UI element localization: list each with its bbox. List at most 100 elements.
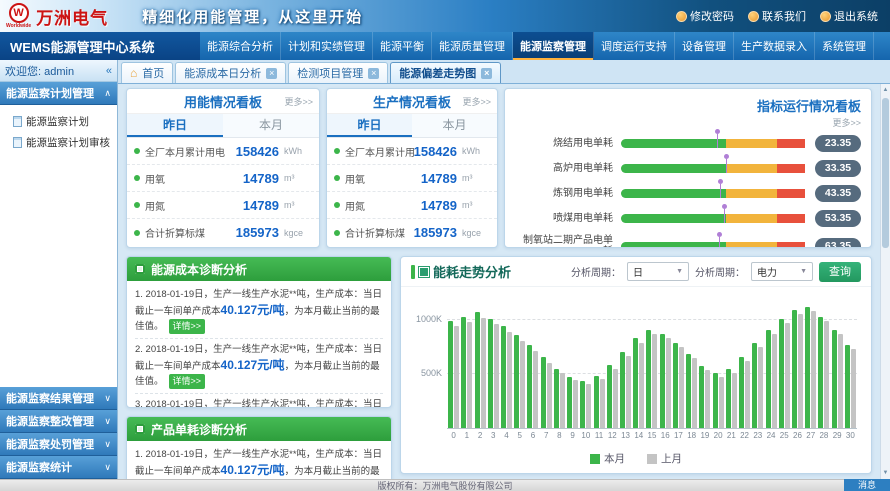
bar-last-month bbox=[851, 349, 856, 428]
x-axis-label: 12 bbox=[608, 431, 617, 440]
diag-highlight-value: 40.127元/吨 bbox=[221, 303, 285, 317]
bar-this-month bbox=[488, 319, 493, 428]
sidebar-item-supervision-plan[interactable]: 能源监察计划 bbox=[3, 111, 114, 132]
collapse-sidebar-icon[interactable]: « bbox=[106, 65, 112, 77]
close-icon[interactable]: × bbox=[481, 68, 492, 79]
panel-title: 产品单耗诊断分析 bbox=[151, 421, 247, 438]
x-axis-label: 13 bbox=[621, 431, 630, 440]
bar-this-month bbox=[527, 345, 532, 428]
tab-energy-cost-daily-analysis[interactable]: 能源成本日分析× bbox=[175, 62, 286, 83]
message-button[interactable]: 消息 bbox=[844, 479, 890, 491]
metric-value: 158426 bbox=[414, 144, 457, 159]
bar-this-month bbox=[475, 312, 480, 428]
x-axis-label: 27 bbox=[806, 431, 815, 440]
close-icon[interactable]: × bbox=[368, 68, 379, 79]
x-axis-label: 30 bbox=[846, 431, 855, 440]
bar-last-month bbox=[547, 363, 552, 429]
board-header: 生产情况看板 更多>> bbox=[327, 89, 497, 114]
metric-value: 14789 bbox=[243, 198, 279, 213]
board-tab-this-month[interactable]: 本月 bbox=[223, 114, 319, 137]
gauge-bar bbox=[621, 164, 805, 173]
sidebar-section-supervision-rectification-management[interactable]: 能源监察整改管理∨ bbox=[0, 410, 117, 433]
bar-this-month bbox=[461, 317, 466, 428]
bar-last-month bbox=[798, 314, 803, 428]
scrollbar-thumb[interactable] bbox=[882, 98, 889, 248]
chart-header: 能耗走势分析 分析周期： 日 ▼ 分析周期： 电力 ▼ 查询 bbox=[401, 257, 871, 287]
sidebar-item-supervision-plan-audit[interactable]: 能源监察计划审核 bbox=[3, 132, 114, 153]
more-link[interactable]: 更多>> bbox=[462, 95, 491, 108]
nav-item-production-data-entry[interactable]: 生产数据录入 bbox=[734, 32, 815, 60]
tab-home[interactable]: ⌂首页 bbox=[121, 62, 173, 83]
bar-this-month bbox=[726, 369, 731, 428]
bar-this-month bbox=[554, 369, 559, 428]
board-row-oxygen: 用氧14789m³ bbox=[327, 165, 497, 192]
bar-this-month bbox=[541, 357, 546, 428]
x-axis-label: 21 bbox=[727, 431, 736, 440]
x-axis-label: 4 bbox=[504, 431, 508, 440]
header-link-change-password[interactable]: 修改密码 bbox=[676, 8, 734, 24]
tab-label: 能源偏差走势图 bbox=[399, 65, 476, 81]
header-link-logout[interactable]: 退出系统 bbox=[820, 8, 878, 24]
chevron-up-icon: ∧ bbox=[104, 88, 111, 99]
nav-item-system-management[interactable]: 系统管理 bbox=[815, 32, 874, 60]
x-axis-label: 17 bbox=[674, 431, 683, 440]
x-axis-label: 20 bbox=[714, 431, 723, 440]
tabbar: ⌂首页能源成本日分析×检测项目管理× 能源偏差走势图 × bbox=[118, 60, 890, 84]
gauge-value-badge: 33.35 bbox=[815, 160, 861, 177]
bar-group: 20 bbox=[712, 297, 725, 428]
tab-detection-project-management[interactable]: 检测项目管理× bbox=[288, 62, 388, 83]
metric-label: 合计折算标煤 bbox=[145, 225, 236, 240]
header-link-contact-us[interactable]: 联系我们 bbox=[748, 8, 806, 24]
nav-item-energy-balance[interactable]: 能源平衡 bbox=[373, 32, 432, 60]
panel-header: 能源成本诊断分析 bbox=[127, 257, 391, 281]
nav-item-energy-quality-management[interactable]: 能源质量管理 bbox=[432, 32, 513, 60]
medium-select[interactable]: 电力 ▼ bbox=[751, 262, 813, 281]
nav-item-energy-comprehensive-analysis[interactable]: 能源综合分析 bbox=[200, 32, 281, 60]
period-select[interactable]: 日 ▼ bbox=[627, 262, 689, 281]
sidebar-section-supervision-result-management[interactable]: 能源监察结果管理∨ bbox=[0, 387, 117, 410]
scroll-down-icon[interactable]: ▼ bbox=[881, 467, 890, 479]
scroll-up-icon[interactable]: ▲ bbox=[881, 84, 890, 96]
detail-button[interactable]: 详情>> bbox=[169, 319, 206, 334]
gauge-blast-furnace: 高炉用电单耗33.35 bbox=[515, 160, 861, 177]
nav-item-equipment-management[interactable]: 设备管理 bbox=[675, 32, 734, 60]
sidebar-section-supervision-statistics[interactable]: 能源监察统计∨ bbox=[0, 456, 117, 479]
board-tab-this-month[interactable]: 本月 bbox=[412, 114, 497, 137]
nav-item-energy-supervision-management[interactable]: 能源监察管理 bbox=[513, 32, 594, 60]
sidebar-section-supervision-punishment-management[interactable]: 能源监察处罚管理∨ bbox=[0, 433, 117, 456]
metric-unit: kgce bbox=[462, 228, 490, 238]
metric-value: 14789 bbox=[243, 171, 279, 186]
nav-item-dispatch-operation-support[interactable]: 调度运行支持 bbox=[594, 32, 675, 60]
more-link[interactable]: 更多>> bbox=[284, 95, 313, 108]
x-axis-label: 1 bbox=[465, 431, 469, 440]
tab-energy-deviation-trend[interactable]: 能源偏差走势图 × bbox=[390, 62, 501, 83]
production-board: 生产情况看板 更多>> 昨日本月 全厂本月累计用电158426kWh用氧1478… bbox=[326, 88, 498, 248]
sidebar-section-supervision-plan-management[interactable]: 能源监察计划管理∧ bbox=[0, 82, 117, 105]
bar-last-month bbox=[719, 377, 724, 428]
board-tab-yesterday[interactable]: 昨日 bbox=[127, 114, 223, 137]
bar-group: 25 bbox=[778, 297, 791, 428]
gauge-segment bbox=[726, 189, 778, 198]
gauge-value-badge: 23.35 bbox=[815, 135, 861, 152]
bar-group: 15 bbox=[645, 297, 658, 428]
chart-plot: 500K1000K0123456789101112131415161718192… bbox=[447, 297, 857, 429]
gauge-label: 喷煤用电单耗 bbox=[515, 213, 621, 224]
nav-item-plan-performance-management[interactable]: 计划和实绩管理 bbox=[281, 32, 373, 60]
gauge-segment bbox=[777, 139, 805, 148]
metric-label: 合计折算标煤 bbox=[345, 225, 414, 240]
main-nav: 能源综合分析计划和实绩管理能源平衡能源质量管理能源监察管理调度运行支持设备管理生… bbox=[200, 32, 890, 60]
board-tab-yesterday[interactable]: 昨日 bbox=[327, 114, 412, 137]
close-icon[interactable]: × bbox=[266, 68, 277, 79]
indicator-board: 指标运行情况看板 更多>> 烧结用电单耗23.35高炉用电单耗33.35炼钢用电… bbox=[504, 88, 872, 248]
vertical-scrollbar[interactable]: ▲ ▼ bbox=[880, 84, 890, 479]
more-link[interactable]: 更多>> bbox=[515, 116, 861, 129]
title-accent-bar bbox=[411, 265, 415, 279]
bar-this-month bbox=[594, 376, 599, 428]
gauge-marker-icon bbox=[724, 209, 725, 223]
detail-button[interactable]: 详情>> bbox=[169, 374, 206, 389]
bar-this-month bbox=[818, 317, 823, 428]
bar-last-month bbox=[705, 370, 710, 428]
query-button[interactable]: 查询 bbox=[819, 262, 861, 282]
metric-label: 全厂本月累计用电 bbox=[345, 144, 414, 159]
gauge-segment bbox=[726, 139, 778, 148]
